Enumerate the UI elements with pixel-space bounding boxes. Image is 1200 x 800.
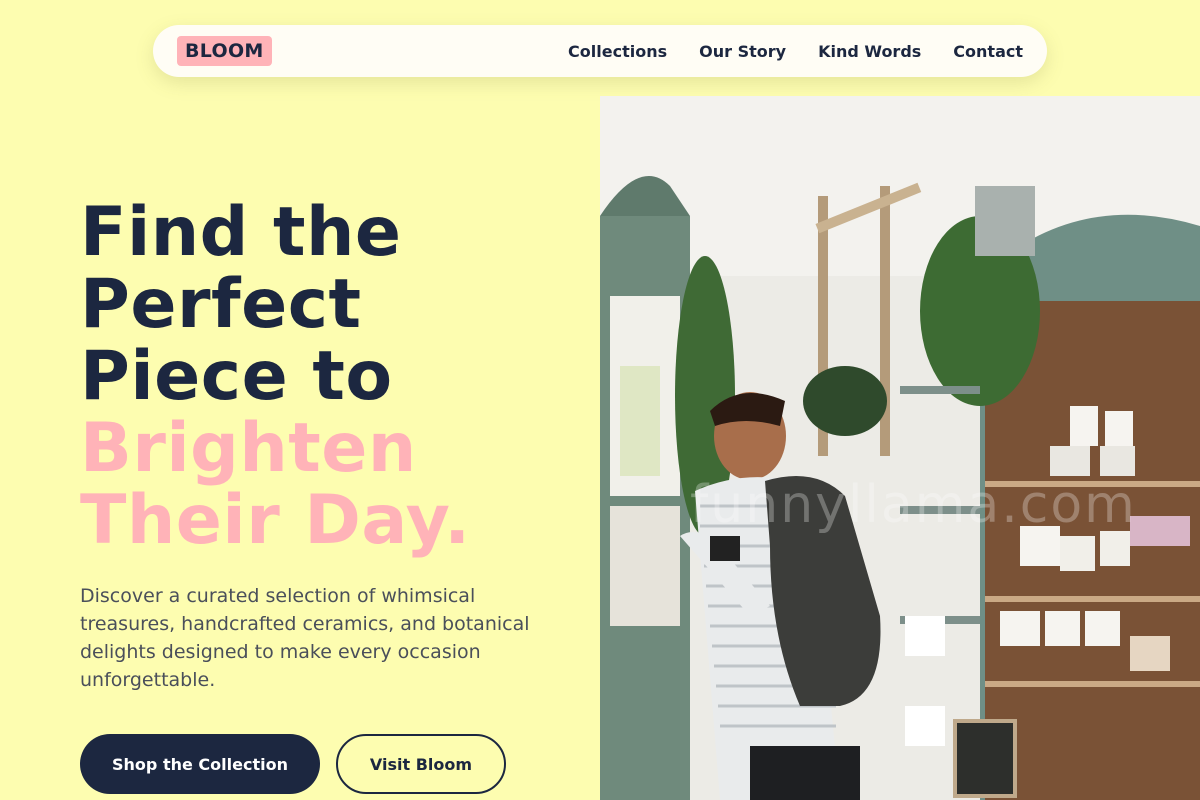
visit-bloom-button[interactable]: Visit Bloom bbox=[336, 734, 506, 794]
hero-title: Find the Perfect Piece to Brighten Their… bbox=[80, 197, 580, 557]
hero-title-line-4: Brighten bbox=[80, 409, 417, 488]
nav-links: Collections Our Story Kind Words Contact bbox=[568, 42, 1023, 61]
hero-photo bbox=[600, 96, 1200, 800]
shop-collection-button[interactable]: Shop the Collection bbox=[80, 734, 320, 794]
page: BLOOM Collections Our Story Kind Words C… bbox=[0, 0, 1200, 800]
hero-title-line-3: Piece to bbox=[80, 337, 393, 416]
nav-link-kind-words[interactable]: Kind Words bbox=[818, 42, 921, 61]
hero-title-line-5: Their Day. bbox=[80, 481, 471, 560]
hero-description: Discover a curated selection of whimsica… bbox=[80, 585, 530, 691]
nav-link-our-story[interactable]: Our Story bbox=[699, 42, 786, 61]
hero-title-line-1: Find the bbox=[80, 193, 402, 272]
nav-link-contact[interactable]: Contact bbox=[953, 42, 1023, 61]
brand-logo[interactable]: BLOOM bbox=[177, 36, 272, 66]
top-nav: BLOOM Collections Our Story Kind Words C… bbox=[153, 25, 1047, 77]
nav-link-collections[interactable]: Collections bbox=[568, 42, 667, 61]
hero-title-line-2: Perfect bbox=[80, 265, 362, 344]
watermark: funnyllama.com bbox=[690, 475, 1137, 535]
